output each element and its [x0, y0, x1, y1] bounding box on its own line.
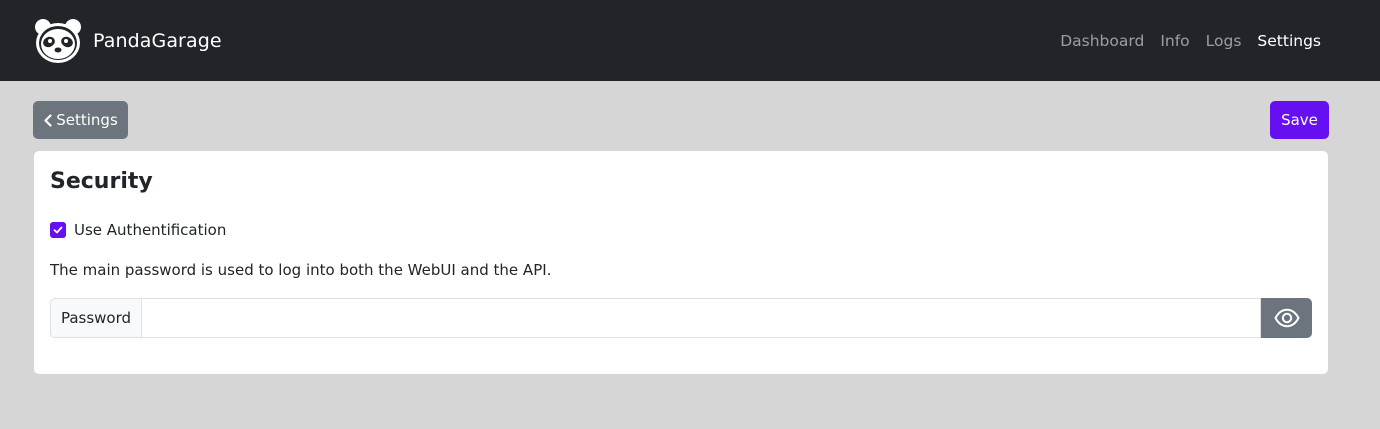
nav-link-info[interactable]: Info — [1160, 32, 1189, 50]
password-label: Password — [50, 298, 142, 338]
panda-logo-icon — [35, 18, 81, 63]
use-auth-checkbox[interactable] — [50, 222, 66, 238]
back-button-label: Settings — [56, 111, 118, 129]
brand-link[interactable]: PandaGarage — [34, 18, 222, 64]
toolbar: Settings Save — [0, 81, 1380, 151]
brand-name: PandaGarage — [93, 29, 222, 52]
chevron-left-icon — [44, 113, 52, 127]
security-card: Security Use Authentification The main p… — [34, 151, 1328, 374]
password-input[interactable] — [142, 298, 1261, 338]
back-to-settings-button[interactable]: Settings — [33, 101, 128, 139]
nav-link-dashboard[interactable]: Dashboard — [1060, 32, 1144, 50]
use-auth-row: Use Authentification — [50, 221, 226, 239]
password-help-text: The main password is used to log into bo… — [50, 261, 552, 279]
check-icon — [53, 226, 63, 234]
toggle-password-visibility-button[interactable] — [1261, 298, 1312, 338]
top-navbar: PandaGarage Dashboard Info Logs Settings — [0, 0, 1380, 81]
nav-link-logs[interactable]: Logs — [1206, 32, 1242, 50]
nav-link-settings[interactable]: Settings — [1257, 32, 1321, 50]
use-auth-label[interactable]: Use Authentification — [74, 221, 226, 239]
nav-links: Dashboard Info Logs Settings — [1044, 32, 1321, 50]
password-input-group: Password — [50, 298, 1312, 338]
section-title: Security — [50, 169, 153, 194]
eye-icon — [1273, 308, 1300, 328]
save-button[interactable]: Save — [1270, 101, 1329, 139]
